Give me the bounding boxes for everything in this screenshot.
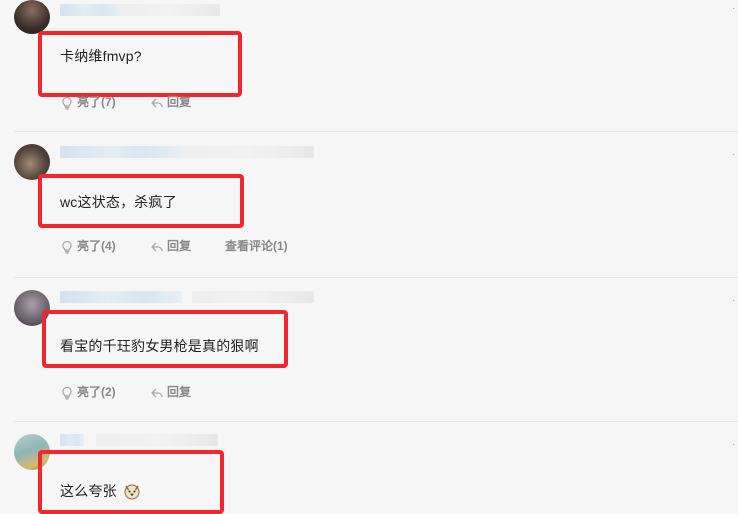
reply-label: 回复 [167, 239, 192, 253]
dog-face-emoji-icon [124, 484, 140, 500]
username-blurred[interactable] [60, 146, 182, 158]
reply-arrow-icon [151, 242, 163, 252]
user-meta-blurred [96, 434, 218, 446]
username-blurred[interactable] [60, 4, 120, 16]
view-replies-label: 查看评论(1) [225, 239, 288, 253]
user-meta-blurred [192, 291, 314, 303]
user-meta-blurred [120, 4, 220, 16]
username-blurred[interactable] [60, 434, 84, 446]
comment-text: 看宝的千玨豹女男枪是真的狠啊 [60, 338, 259, 354]
comment-text: wc这状态，杀疯了 [60, 194, 177, 210]
user-meta-blurred [182, 146, 314, 158]
like-count-label: 亮了(7) [77, 95, 116, 109]
lightbulb-icon [62, 386, 72, 400]
username-blurred[interactable] [60, 291, 182, 303]
comment-item: · wc这状态，杀疯了 亮了(4) 回复 查看评论(1) [0, 132, 738, 277]
comment-actions: 亮了(2) 回复 [60, 384, 360, 400]
comment-item: · 卡纳维fmvp? 亮了(7) 回复 [0, 0, 738, 130]
like-button[interactable]: 亮了(7) [60, 94, 116, 110]
reply-label: 回复 [167, 95, 192, 109]
comment-text-wrap: 这么夸张 [60, 481, 141, 501]
comment-text: 卡纳维fmvp? [60, 48, 142, 64]
time-marker: · [732, 295, 736, 306]
reply-button[interactable]: 回复 [150, 238, 191, 254]
like-button[interactable]: 亮了(2) [60, 384, 116, 400]
comment-text: 这么夸张 [60, 483, 117, 499]
lightbulb-icon [62, 96, 72, 110]
comment-actions: 亮了(7) 回复 [60, 94, 360, 110]
time-marker: · [732, 3, 736, 14]
reply-label: 回复 [167, 385, 192, 399]
reply-button[interactable]: 回复 [150, 384, 191, 400]
like-count-label: 亮了(2) [77, 385, 116, 399]
lightbulb-icon [62, 240, 72, 254]
reply-arrow-icon [151, 98, 163, 108]
like-count-label: 亮了(4) [77, 239, 116, 253]
user-avatar[interactable] [14, 0, 50, 34]
view-replies-link[interactable]: 查看评论(1) [225, 238, 288, 254]
like-button[interactable]: 亮了(4) [60, 238, 116, 254]
reply-arrow-icon [151, 388, 163, 398]
time-marker: · [732, 439, 736, 450]
comment-feed: · 卡纳维fmvp? 亮了(7) 回复 · wc这状态，杀疯了 亮了(4) 回复… [0, 0, 738, 514]
comment-item: · 这么夸张 [0, 422, 738, 514]
comment-item: · 看宝的千玨豹女男枪是真的狠啊 亮了(2) 回复 [0, 278, 738, 423]
comment-actions: 亮了(4) 回复 查看评论(1) [60, 238, 380, 254]
time-marker: · [732, 149, 736, 160]
reply-button[interactable]: 回复 [150, 94, 191, 110]
